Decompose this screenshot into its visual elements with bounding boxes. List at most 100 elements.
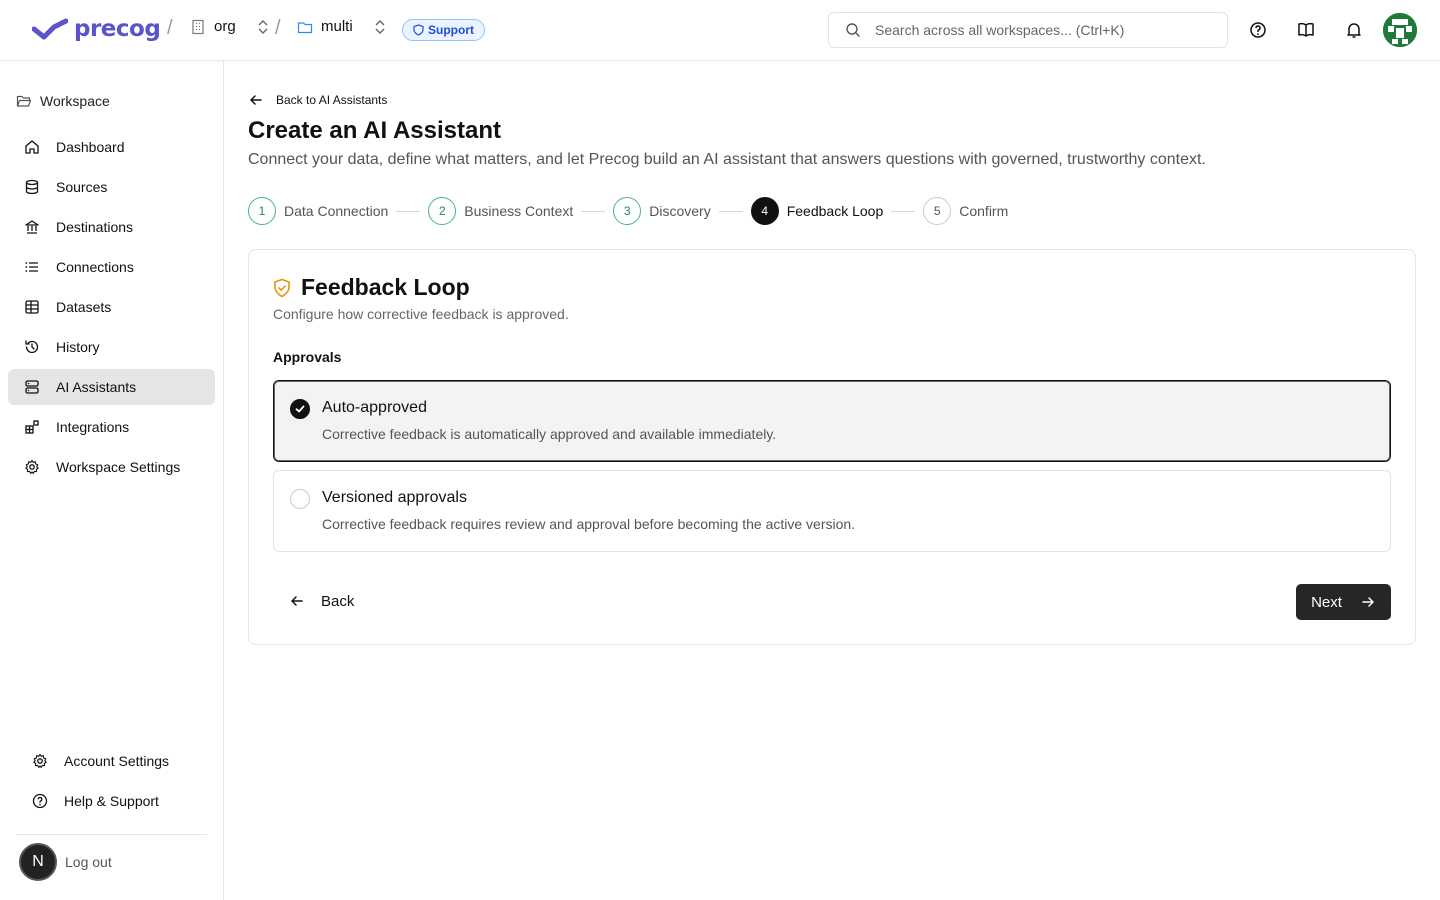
sidebar-item-label: Datasets bbox=[56, 299, 112, 315]
arrow-left-icon bbox=[250, 95, 262, 105]
support-badge-label: Support bbox=[428, 23, 474, 37]
chevrons-up-down-icon bbox=[375, 19, 385, 34]
sidebar-item-help-support[interactable]: Help & Support bbox=[16, 783, 207, 819]
home-icon bbox=[25, 140, 39, 154]
sidebar-item-workspace-settings[interactable]: Workspace Settings bbox=[8, 449, 215, 485]
table-icon bbox=[25, 300, 39, 314]
breadcrumb-separator: / bbox=[275, 17, 281, 39]
option-description: Corrective feedback requires review and … bbox=[322, 516, 856, 532]
sidebar-item-destinations[interactable]: Destinations bbox=[8, 209, 215, 245]
feedback-loop-card: Feedback Loop Configure how corrective f… bbox=[248, 249, 1416, 645]
back-link-label: Back to AI Assistants bbox=[276, 93, 388, 107]
page-title: Create an AI Assistant bbox=[248, 117, 501, 144]
gear-icon bbox=[25, 459, 39, 474]
blocks-icon bbox=[25, 420, 39, 434]
workspace-section-title: Workspace bbox=[16, 93, 110, 109]
bell-icon[interactable] bbox=[1343, 19, 1365, 41]
folder-icon bbox=[297, 21, 313, 33]
building-icon bbox=[192, 19, 204, 34]
option-versioned-approvals[interactable]: Versioned approvals Corrective feedback … bbox=[273, 470, 1391, 552]
sidebar-item-label: Integrations bbox=[56, 419, 130, 435]
org-name: org bbox=[214, 18, 236, 35]
logout-button[interactable]: Log out bbox=[65, 854, 112, 870]
workspace-section-label: Workspace bbox=[40, 93, 110, 109]
global-search[interactable] bbox=[828, 12, 1228, 48]
radio-unchecked[interactable] bbox=[290, 489, 310, 509]
sidebar-item-account-settings[interactable]: Account Settings bbox=[16, 743, 207, 779]
step-data-connection[interactable]: 1 Data Connection bbox=[248, 197, 388, 225]
radio-checked[interactable] bbox=[290, 399, 310, 419]
back-to-ai-assistants-link[interactable]: Back to AI Assistants bbox=[248, 92, 387, 108]
sidebar-item-datasets[interactable]: Datasets bbox=[8, 289, 215, 325]
database-icon bbox=[25, 179, 39, 195]
book-open-icon[interactable] bbox=[1295, 19, 1317, 41]
search-input[interactable] bbox=[875, 22, 1195, 38]
card-title: Feedback Loop bbox=[301, 274, 470, 300]
step-discovery[interactable]: 3 Discovery bbox=[613, 197, 711, 225]
search-icon bbox=[846, 23, 860, 37]
workspace-switcher[interactable]: multi bbox=[297, 18, 387, 35]
back-button-label: Back bbox=[321, 592, 355, 610]
sidebar-item-label: Sources bbox=[56, 179, 108, 195]
sidebar-item-ai-assistants[interactable]: AI Assistants bbox=[8, 369, 215, 405]
list-icon bbox=[25, 262, 38, 272]
step-number: 1 bbox=[248, 197, 276, 225]
user-avatar[interactable] bbox=[1383, 13, 1417, 47]
check-icon bbox=[295, 405, 305, 413]
sidebar-item-label: Dashboard bbox=[56, 139, 125, 155]
top-bar: precog / org / multi Support bbox=[0, 0, 1440, 61]
wizard-stepper: 1 Data Connection 2 Business Context 3 D… bbox=[248, 197, 1008, 225]
workspace-name: multi bbox=[321, 18, 353, 35]
page-subtitle: Connect your data, define what matters, … bbox=[248, 151, 1206, 168]
step-business-context[interactable]: 2 Business Context bbox=[428, 197, 573, 225]
brand-name: precog bbox=[74, 16, 161, 42]
step-number: 2 bbox=[428, 197, 457, 225]
precog-logo[interactable]: precog bbox=[32, 16, 161, 42]
back-button[interactable]: Back bbox=[273, 583, 354, 619]
sidebar-item-label: AI Assistants bbox=[56, 379, 137, 395]
step-feedback-loop[interactable]: 4 Feedback Loop bbox=[750, 197, 884, 225]
sidebar-item-sources[interactable]: Sources bbox=[8, 169, 215, 205]
step-number: 3 bbox=[613, 197, 642, 225]
landmark-icon bbox=[25, 220, 39, 234]
breadcrumb-separator: / bbox=[167, 17, 173, 39]
help-circle-icon[interactable] bbox=[1247, 19, 1269, 41]
approvals-label: Approvals bbox=[273, 349, 342, 365]
step-label: Data Connection bbox=[284, 203, 389, 219]
shield-icon bbox=[413, 24, 424, 36]
option-auto-approved[interactable]: Auto-approved Corrective feedback is aut… bbox=[273, 380, 1391, 462]
user-logout-row[interactable]: N Log out bbox=[19, 843, 112, 881]
step-connector bbox=[581, 210, 606, 212]
next-button-label: Next bbox=[1311, 593, 1342, 611]
step-label: Business Context bbox=[464, 203, 574, 219]
precog-logo-mark-icon bbox=[32, 18, 68, 40]
folder-open-icon bbox=[16, 95, 32, 107]
step-connector bbox=[396, 210, 421, 212]
sidebar-item-integrations[interactable]: Integrations bbox=[8, 409, 215, 445]
sidebar-item-label: History bbox=[56, 339, 100, 355]
sidebar-item-history[interactable]: History bbox=[8, 329, 215, 365]
sidebar-divider bbox=[16, 834, 207, 835]
sidebar-item-dashboard[interactable]: Dashboard bbox=[8, 129, 215, 165]
step-confirm[interactable]: 5 Confirm bbox=[923, 197, 1008, 225]
next-button[interactable]: Next bbox=[1296, 584, 1391, 620]
step-label: Feedback Loop bbox=[786, 203, 884, 219]
sidebar-item-connections[interactable]: Connections bbox=[8, 249, 215, 285]
step-label: Discovery bbox=[649, 203, 711, 219]
support-badge[interactable]: Support bbox=[402, 19, 485, 41]
option-title: Auto-approved bbox=[322, 399, 427, 416]
step-number: 5 bbox=[923, 197, 952, 225]
arrow-left-icon bbox=[291, 596, 303, 606]
sidebar-item-label: Destinations bbox=[56, 219, 134, 235]
card-description: Configure how corrective feedback is app… bbox=[273, 306, 569, 322]
shield-check-icon bbox=[274, 278, 290, 297]
history-icon bbox=[25, 340, 39, 354]
sidebar-item-label: Workspace Settings bbox=[56, 459, 181, 475]
step-connector bbox=[718, 210, 743, 212]
sidebar-nav: Dashboard Sources Destinations Connectio… bbox=[8, 129, 215, 489]
sidebar-item-label: Connections bbox=[56, 259, 134, 275]
step-connector bbox=[891, 210, 916, 212]
sidebar-bottom-nav: Account Settings Help & Support bbox=[16, 743, 207, 823]
help-circle-icon bbox=[32, 793, 48, 809]
org-switcher[interactable]: org bbox=[190, 18, 270, 35]
